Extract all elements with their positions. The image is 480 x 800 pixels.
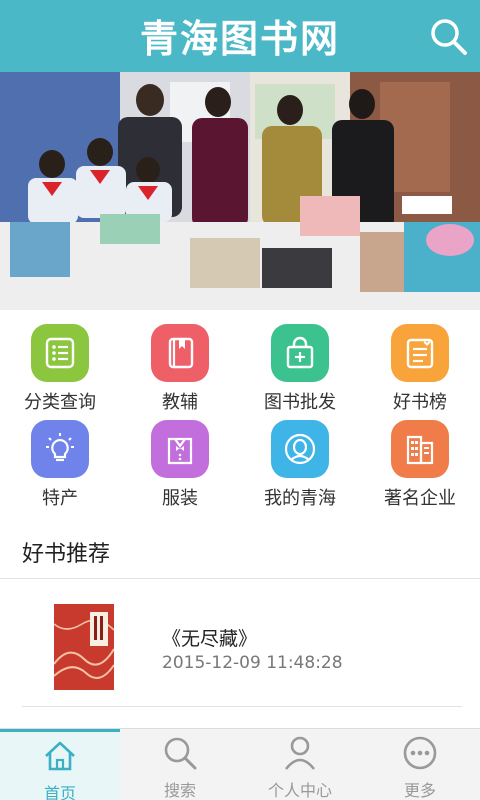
lightbulb-icon	[31, 420, 89, 478]
shirt-icon	[151, 420, 209, 478]
banner-photo-illustration	[0, 72, 480, 310]
user-icon	[284, 736, 316, 770]
app-header: 青海图书网	[0, 0, 480, 72]
category-item-specialty[interactable]: 特产	[0, 414, 120, 510]
search-icon	[164, 737, 197, 770]
tab-label: 首页	[43, 784, 76, 800]
tab-search[interactable]: 搜索	[120, 729, 240, 800]
book-title: 《无尽藏》	[162, 628, 258, 650]
person-icon	[271, 420, 329, 478]
divider	[22, 706, 462, 707]
app-title: 青海图书网	[139, 16, 340, 61]
category-label: 分类查询	[24, 392, 96, 413]
category-label: 教辅	[162, 392, 198, 413]
category-item-ranking[interactable]: 好书榜	[360, 318, 480, 414]
category-label: 图书批发	[264, 392, 336, 413]
category-item-clothing[interactable]: 服装	[120, 414, 240, 510]
book-cover-image	[54, 604, 114, 690]
category-item-tutoring[interactable]: 教辅	[120, 318, 240, 414]
tab-home[interactable]: 首页	[0, 729, 120, 800]
home-icon	[45, 741, 75, 771]
search-icon[interactable]	[428, 16, 468, 56]
tab-label: 更多	[403, 781, 436, 800]
category-label: 特产	[42, 488, 78, 509]
category-label: 服装	[162, 488, 198, 509]
book-icon	[151, 324, 209, 382]
tab-label: 个人中心	[267, 781, 332, 800]
category-item-enterprises[interactable]: 著名企业	[360, 414, 480, 510]
list-item[interactable]: 《无尽藏》 2015-12-09 11:48:28	[0, 578, 480, 706]
category-label: 好书榜	[393, 392, 447, 413]
bottom-tab-bar: 首页 搜索 个人中心 更多	[0, 728, 480, 800]
building-icon	[391, 420, 449, 478]
tab-label: 搜索	[163, 781, 196, 800]
book-date: 2015-12-09 11:48:28	[162, 653, 343, 673]
category-label: 著名企业	[384, 488, 456, 509]
category-grid: 分类查询 教辅 图书批发 好书榜 特产 服装 我的青海 著名企业	[0, 318, 480, 510]
banner-image[interactable]	[0, 72, 480, 310]
list-icon	[31, 324, 89, 382]
ranking-list-icon	[391, 324, 449, 382]
category-item-my-qinghai[interactable]: 我的青海	[240, 414, 360, 510]
category-item-wholesale[interactable]: 图书批发	[240, 318, 360, 414]
tab-profile[interactable]: 个人中心	[240, 729, 360, 800]
category-label: 我的青海	[264, 488, 336, 509]
category-item-classify[interactable]: 分类查询	[0, 318, 120, 414]
more-icon	[403, 736, 437, 770]
shopping-bag-icon	[271, 324, 329, 382]
tab-more[interactable]: 更多	[360, 729, 480, 800]
section-title: 好书推荐	[22, 542, 111, 567]
